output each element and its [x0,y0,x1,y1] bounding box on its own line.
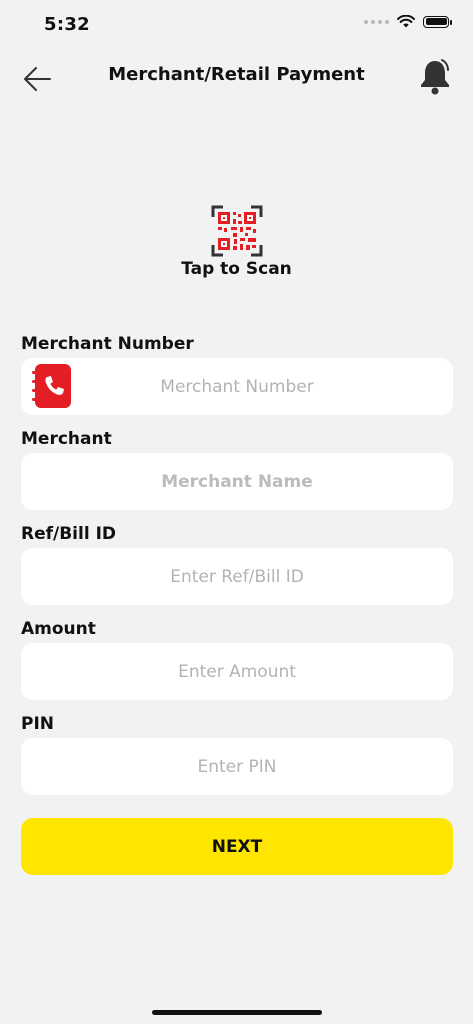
ref-bill-field-wrap [21,548,453,605]
merchant-number-label: Merchant Number [21,334,194,354]
amount-input[interactable] [21,643,453,700]
amount-field-wrap [21,643,453,700]
bell-icon [421,59,449,95]
pin-field-wrap [21,738,453,795]
merchant-name-input[interactable] [21,453,453,510]
payment-form: Merchant Number Merchant Ref/Bill ID Amo… [21,330,453,805]
wifi-icon [397,15,415,28]
merchant-label: Merchant [21,429,112,449]
qr-code-icon [211,205,262,257]
tap-to-scan-button[interactable]: Tap to Scan [0,205,473,279]
ref-bill-label: Ref/Bill ID [21,524,117,544]
pin-input[interactable] [21,738,453,795]
status-bar: 5:32 [0,0,473,50]
app-header: Merchant/Retail Payment [0,52,473,100]
phonebook-icon[interactable] [31,362,73,410]
tap-to-scan-label: Tap to Scan [181,259,292,279]
home-indicator[interactable] [152,1010,322,1015]
ref-bill-input[interactable] [21,548,453,605]
pin-label: PIN [21,714,55,734]
status-icons [364,15,452,28]
next-button[interactable]: NEXT [21,818,453,875]
status-time: 5:32 [44,14,90,35]
merchant-number-input[interactable] [21,358,453,415]
merchant-number-field-wrap [21,358,453,415]
merchant-field-wrap [21,453,453,510]
amount-label: Amount [21,619,96,639]
signal-icon [364,19,389,24]
notifications-button[interactable] [415,56,455,96]
battery-icon [423,15,452,28]
page-title: Merchant/Retail Payment [108,64,365,85]
